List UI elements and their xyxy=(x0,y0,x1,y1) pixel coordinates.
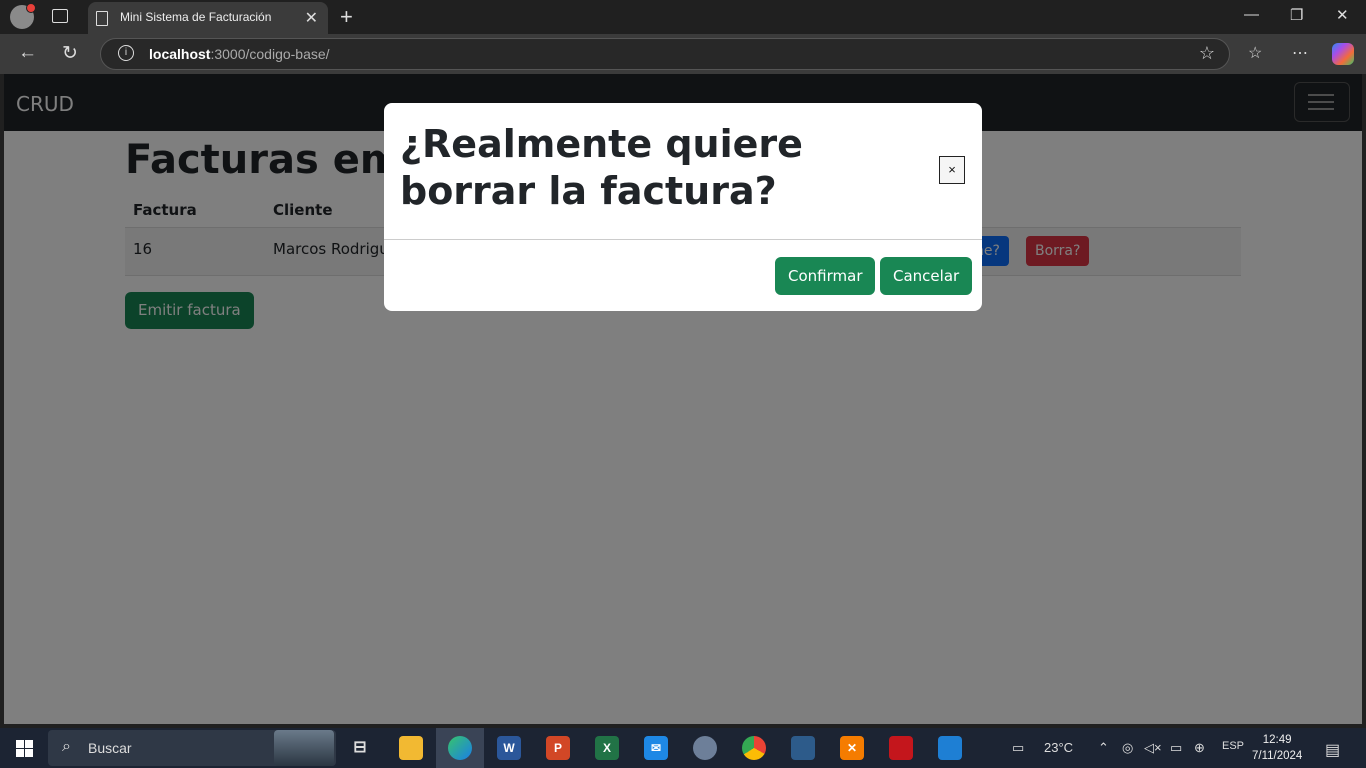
browser-titlebar: Mini Sistema de Facturación ✕ + — ❐ ✕ xyxy=(0,0,1366,34)
language-indicator[interactable]: ESP xyxy=(1222,740,1244,752)
task-view-icon[interactable]: ⊟ xyxy=(348,736,372,760)
taskbar: ⌕ Buscar ⊟ W P X ✉ ✕ ▭ 23°C ⌃ ◎ ◁× ▭ ⊕ E… xyxy=(0,728,1366,768)
xampp-icon[interactable]: ✕ xyxy=(840,736,864,760)
chrome-icon[interactable] xyxy=(742,736,766,760)
profile-avatar[interactable] xyxy=(10,3,36,29)
favorites-icon[interactable]: ☆ xyxy=(1248,43,1262,63)
page-viewport: CRUD Facturas emitidas Factura Cliente 1… xyxy=(4,74,1362,724)
volume-muted-icon[interactable]: ◁× xyxy=(1144,740,1162,756)
battery-icon[interactable]: ▭ xyxy=(1170,740,1182,756)
page-icon xyxy=(96,11,108,26)
notifications-icon[interactable]: ▤ xyxy=(1325,740,1340,760)
url-text: localhost:3000/codigo-base/ xyxy=(149,46,330,62)
mail-icon[interactable]: ✉ xyxy=(644,736,668,760)
modal-divider xyxy=(384,239,982,240)
search-icon: ⌕ xyxy=(62,738,71,755)
close-tab-icon[interactable]: ✕ xyxy=(305,8,318,28)
modal-close-button[interactable]: × xyxy=(939,156,965,184)
back-icon[interactable]: ← xyxy=(18,42,37,64)
cancel-button[interactable]: Cancelar xyxy=(880,257,973,295)
weather-icon[interactable]: ▭ xyxy=(1012,740,1024,756)
browser-toolbar: ← ↻ i localhost:3000/codigo-base/ ☆ ☆ ⋯ xyxy=(0,34,1366,74)
search-label: Buscar xyxy=(88,740,132,756)
favorite-star-icon[interactable]: ☆ xyxy=(1199,43,1215,64)
network-globe-icon[interactable]: ⊕ xyxy=(1194,740,1205,756)
address-bar[interactable]: i localhost:3000/codigo-base/ ☆ xyxy=(100,38,1230,70)
minimize-icon[interactable]: — xyxy=(1244,6,1259,23)
edge-icon[interactable] xyxy=(448,736,472,760)
taskbar-search[interactable]: ⌕ Buscar xyxy=(48,730,336,766)
paint-icon[interactable] xyxy=(693,736,717,760)
chevron-up-icon[interactable]: ⌃ xyxy=(1098,740,1109,756)
copilot-icon[interactable] xyxy=(1332,43,1354,65)
acrobat-icon[interactable] xyxy=(889,736,913,760)
close-window-icon[interactable]: ✕ xyxy=(1336,6,1349,24)
excel-icon[interactable]: X xyxy=(595,736,619,760)
search-highlight-image xyxy=(274,730,334,766)
tab-actions-icon[interactable] xyxy=(52,9,68,23)
clock-time: 12:49 xyxy=(1262,734,1292,746)
word-icon[interactable]: W xyxy=(497,736,521,760)
browser-tab[interactable]: Mini Sistema de Facturación ✕ xyxy=(88,2,328,34)
weather-temp[interactable]: 23°C xyxy=(1044,740,1073,755)
meet-icon[interactable]: ◎ xyxy=(1122,740,1133,756)
new-tab-icon[interactable]: + xyxy=(340,4,353,30)
tab-title: Mini Sistema de Facturación xyxy=(120,10,272,24)
confirm-button[interactable]: Confirmar xyxy=(775,257,876,295)
modal-title: ¿Realmente quiere borrar la factura? xyxy=(400,122,803,213)
mysql-workbench-icon[interactable] xyxy=(791,736,815,760)
confirm-delete-modal: ¿Realmente quiere borrar la factura? × C… xyxy=(384,103,982,311)
windows-start-icon[interactable] xyxy=(16,740,33,757)
clock-date: 7/11/2024 xyxy=(1252,750,1303,762)
vscode-icon[interactable] xyxy=(938,736,962,760)
clock[interactable]: 12:49 7/11/2024 xyxy=(1252,732,1302,764)
more-menu-icon[interactable]: ⋯ xyxy=(1292,43,1308,63)
site-info-icon[interactable]: i xyxy=(118,45,134,61)
file-explorer-icon[interactable] xyxy=(399,736,423,760)
powerpoint-icon[interactable]: P xyxy=(546,736,570,760)
restore-icon[interactable]: ❐ xyxy=(1290,6,1303,24)
refresh-icon[interactable]: ↻ xyxy=(62,42,78,65)
